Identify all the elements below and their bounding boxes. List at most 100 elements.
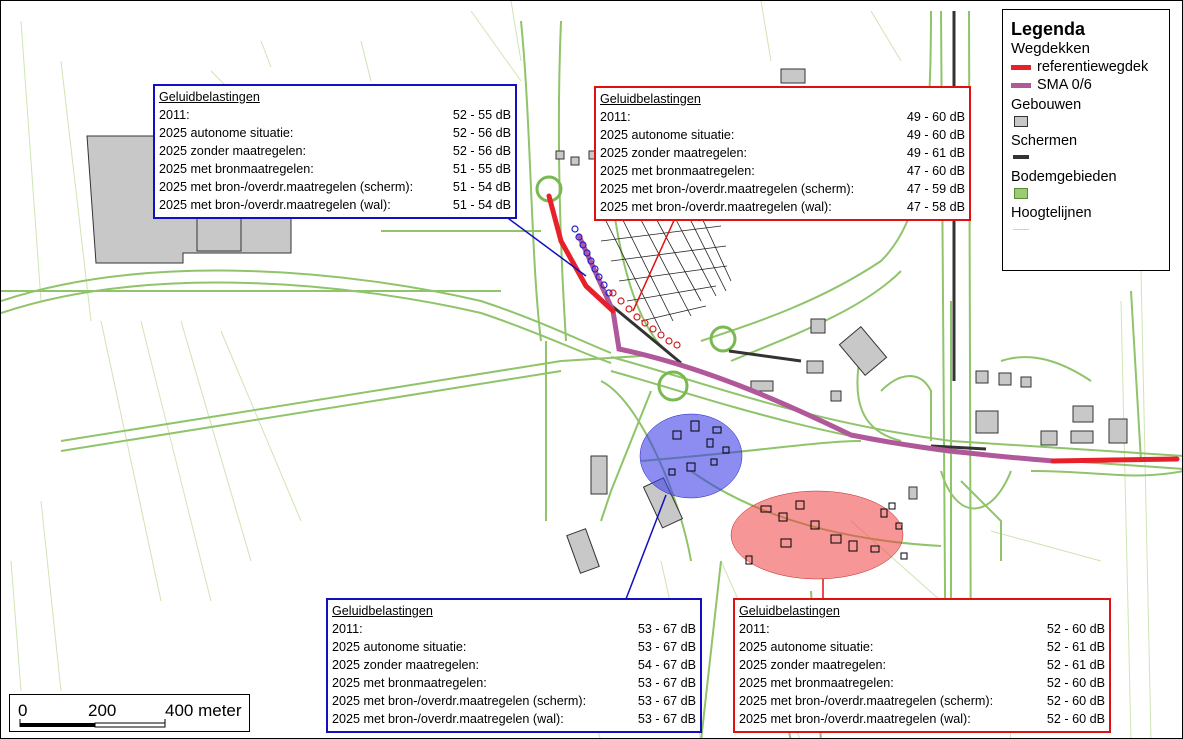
geluid-row: 2025 met bron-/overdr.maatregelen (wal):… bbox=[332, 710, 696, 728]
geluid-row: 2025 met bron-/overdr.maatregelen (wal):… bbox=[159, 196, 511, 214]
legend-label-referentie: referentiewegdek bbox=[1037, 59, 1149, 75]
geluid-box-tl: Geluidbelastingen 2011: 52 - 55 dB 2025 aut… bbox=[153, 84, 517, 219]
geluid-row-value: 53 - 67 dB bbox=[637, 694, 696, 708]
legend: Legenda Wegdekken referentiewegdek SMA 0… bbox=[1002, 9, 1170, 271]
geluid-row-value: 52 - 60 dB bbox=[1046, 676, 1105, 690]
geluid-row-value: 47 - 58 dB bbox=[906, 200, 965, 214]
legend-label-gebouwen: Gebouwen bbox=[1011, 97, 1082, 113]
geluid-row-label: 2025 met bron-/overdr.maatregelen (scher… bbox=[332, 694, 587, 708]
geluid-row-label: 2011: bbox=[739, 622, 770, 636]
geluid-row: 2025 met bron-/overdr.maatregelen (scher… bbox=[739, 692, 1105, 710]
geluid-row: 2011: 52 - 55 dB bbox=[159, 106, 511, 124]
legend-item-schermen: Schermen bbox=[1011, 132, 1161, 150]
geluid-row-value: 53 - 67 dB bbox=[637, 676, 696, 690]
legend-item-sma: SMA 0/6 bbox=[1011, 76, 1161, 94]
geluid-box-tr: Geluidbelastingen 2011: 49 - 60 dB 2025 aut… bbox=[594, 86, 971, 221]
geluid-row-label: 2025 met bronmaatregelen: bbox=[739, 676, 894, 690]
geluid-row-label: 2025 met bron-/overdr.maatregelen (wal): bbox=[739, 712, 971, 726]
geluid-row: 2025 autonome situatie: 52 - 61 dB bbox=[739, 638, 1105, 656]
geluid-box-title: Geluidbelastingen bbox=[159, 90, 260, 104]
legend-label-hoogte: Hoogtelijnen bbox=[1011, 205, 1092, 221]
geluid-row: 2025 met bronmaatregelen: 52 - 60 dB bbox=[739, 674, 1105, 692]
geluid-row-value: 54 - 67 dB bbox=[637, 658, 696, 672]
geluid-row-label: 2025 met bron-/overdr.maatregelen (scher… bbox=[600, 182, 855, 196]
geluid-row: 2025 met bronmaatregelen: 51 - 55 dB bbox=[159, 160, 511, 178]
sma-swatch bbox=[1011, 82, 1031, 88]
referentie-road-east bbox=[1050, 456, 1180, 464]
geluid-row: 2011: 53 - 67 dB bbox=[332, 620, 696, 638]
geluid-row-value: 47 - 59 dB bbox=[906, 182, 965, 196]
legend-swatch-row-hoogte bbox=[1011, 222, 1161, 236]
legend-item-gebouwen: Gebouwen bbox=[1011, 96, 1161, 114]
geluid-row-label: 2025 met bron-/overdr.maatregelen (wal): bbox=[159, 198, 391, 212]
geluid-row-label: 2025 zonder maatregelen: bbox=[332, 658, 480, 672]
schermen-swatch bbox=[1013, 155, 1029, 159]
legend-label-bodem: Bodemgebieden bbox=[1011, 169, 1117, 185]
geluid-row: 2025 zonder maatregelen: 54 - 67 dB bbox=[332, 656, 696, 674]
geluid-row-label: 2025 met bronmaatregelen: bbox=[600, 164, 755, 178]
geluid-row-value: 47 - 60 dB bbox=[906, 164, 965, 178]
legend-label-schermen: Schermen bbox=[1011, 133, 1078, 149]
geluid-row-value: 51 - 54 dB bbox=[452, 180, 511, 194]
legend-item-hoogte: Hoogtelijnen bbox=[1011, 204, 1161, 222]
geluid-row-value: 53 - 67 dB bbox=[637, 712, 696, 726]
geluid-row-value: 49 - 61 dB bbox=[906, 146, 965, 160]
scale-bar-graphic bbox=[19, 719, 166, 728]
geluid-row-label: 2025 met bron-/overdr.maatregelen (wal): bbox=[332, 712, 564, 726]
geluid-row-label: 2025 autonome situatie: bbox=[332, 640, 467, 654]
geluid-row-label: 2025 met bronmaatregelen: bbox=[332, 676, 487, 690]
geluid-row-label: 2025 zonder maatregelen: bbox=[159, 144, 307, 158]
geluid-row: 2025 autonome situatie: 49 - 60 dB bbox=[600, 126, 965, 144]
geluid-row: 2025 autonome situatie: 53 - 67 dB bbox=[332, 638, 696, 656]
legend-item-bodem: Bodemgebieden bbox=[1011, 168, 1161, 186]
geluid-row-label: 2011: bbox=[332, 622, 363, 636]
geluid-row-label: 2025 zonder maatregelen: bbox=[600, 146, 748, 160]
geluid-row: 2025 met bron-/overdr.maatregelen (scher… bbox=[600, 180, 965, 198]
legend-swatch-row-schermen bbox=[1011, 150, 1161, 164]
geluid-row-label: 2011: bbox=[600, 110, 631, 124]
legend-title: Legenda bbox=[1011, 19, 1086, 39]
geluid-row-value: 53 - 67 dB bbox=[637, 640, 696, 654]
geluid-box-title: Geluidbelastingen bbox=[600, 92, 701, 106]
geluid-row-label: 2011: bbox=[159, 108, 190, 122]
geluid-row-value: 52 - 60 dB bbox=[1046, 694, 1105, 708]
legend-swatch-row-bodem bbox=[1011, 186, 1161, 200]
geluid-row-label: 2025 autonome situatie: bbox=[739, 640, 874, 654]
geluid-row: 2011: 49 - 60 dB bbox=[600, 108, 965, 126]
hoogte-swatch bbox=[1013, 228, 1029, 230]
geluid-row-label: 2025 met bronmaatregelen: bbox=[159, 162, 314, 176]
legend-swatch-row-gebouwen bbox=[1011, 114, 1161, 128]
geluid-row-value: 49 - 60 dB bbox=[906, 110, 965, 124]
referentie-swatch bbox=[1011, 64, 1031, 70]
geluid-row-value: 52 - 61 dB bbox=[1046, 640, 1105, 654]
geluid-row-value: 52 - 55 dB bbox=[452, 108, 511, 122]
geluid-box-bl: Geluidbelastingen 2011: 53 - 67 dB 2025 aut… bbox=[326, 598, 702, 733]
geluid-row: 2025 zonder maatregelen: 49 - 61 dB bbox=[600, 144, 965, 162]
geluid-box-title: Geluidbelastingen bbox=[332, 604, 433, 618]
geluid-row-value: 52 - 56 dB bbox=[452, 144, 511, 158]
geluid-row-label: 2025 met bron-/overdr.maatregelen (scher… bbox=[159, 180, 414, 194]
geluid-row: 2025 met bronmaatregelen: 47 - 60 dB bbox=[600, 162, 965, 180]
geluid-row-value: 52 - 56 dB bbox=[452, 126, 511, 140]
geluid-row-label: 2025 zonder maatregelen: bbox=[739, 658, 887, 672]
geluid-row-value: 51 - 55 dB bbox=[452, 162, 511, 176]
geluid-row-value: 53 - 67 dB bbox=[637, 622, 696, 636]
geluid-row-value: 51 - 54 dB bbox=[452, 198, 511, 212]
bodem-swatch bbox=[1014, 187, 1028, 199]
geluid-row: 2025 autonome situatie: 52 - 56 dB bbox=[159, 124, 511, 142]
zone-red-ellipse[interactable] bbox=[730, 490, 904, 580]
geluid-box-title: Geluidbelastingen bbox=[739, 604, 840, 618]
geluid-row-label: 2025 autonome situatie: bbox=[159, 126, 294, 140]
geluid-row: 2025 zonder maatregelen: 52 - 61 dB bbox=[739, 656, 1105, 674]
legend-label-sma: SMA 0/6 bbox=[1037, 77, 1092, 93]
geluid-row: 2025 met bron-/overdr.maatregelen (wal):… bbox=[739, 710, 1105, 728]
map-canvas[interactable]: Geluidbelastingen 2011: 52 - 55 dB 2025 aut… bbox=[0, 0, 1183, 739]
geluid-box-br: Geluidbelastingen 2011: 52 - 60 dB 2025 aut… bbox=[733, 598, 1111, 733]
geluid-row: 2025 zonder maatregelen: 52 - 56 dB bbox=[159, 142, 511, 160]
geluid-row: 2025 met bronmaatregelen: 53 - 67 dB bbox=[332, 674, 696, 692]
geluid-row-value: 52 - 60 dB bbox=[1046, 622, 1105, 636]
geluid-row: 2025 met bron-/overdr.maatregelen (wal):… bbox=[600, 198, 965, 216]
geluid-row-value: 52 - 61 dB bbox=[1046, 658, 1105, 672]
geluid-row: 2025 met bron-/overdr.maatregelen (scher… bbox=[332, 692, 696, 710]
geluid-row-label: 2025 met bron-/overdr.maatregelen (scher… bbox=[739, 694, 994, 708]
